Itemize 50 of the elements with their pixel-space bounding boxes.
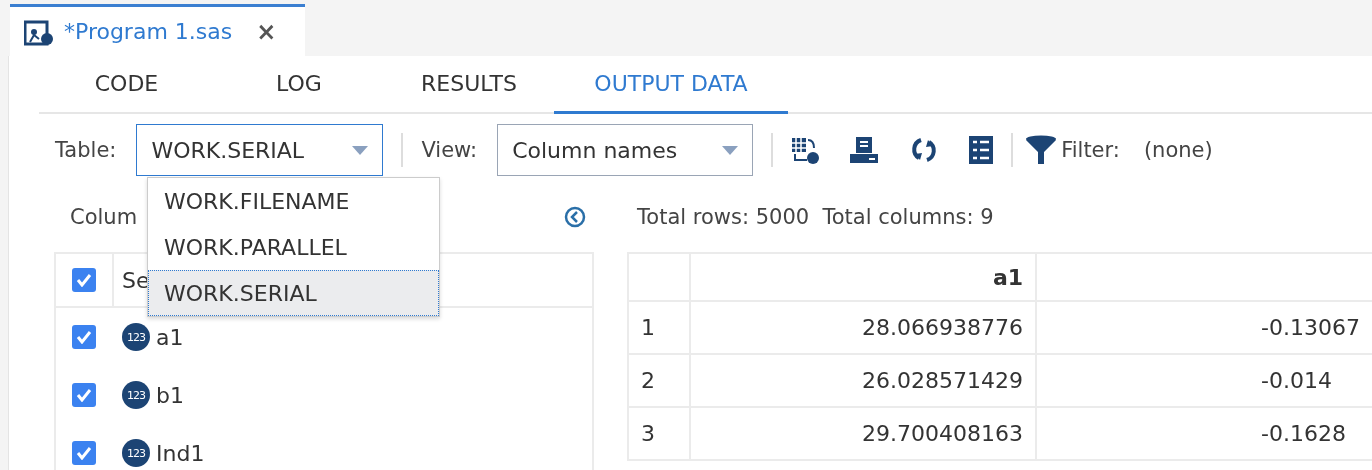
view-select[interactable]: Column names — [497, 124, 754, 176]
tab-title: *Program 1.sas — [64, 19, 233, 44]
row-number: 3 — [629, 408, 692, 459]
check-icon — [76, 330, 92, 344]
tab[interactable]: CODE — [39, 56, 214, 114]
table-cell: 28.066938776 — [691, 302, 1038, 353]
file-tab[interactable]: *Program 1.sas × — [10, 4, 305, 56]
column-header: Se — [122, 267, 150, 293]
table-summary: Total rows: 5000 Total columns: 9 — [636, 204, 995, 231]
filter-icon[interactable] — [1025, 135, 1058, 165]
tab[interactable]: LOG — [214, 56, 384, 114]
table-cell: 29.700408163 — [691, 408, 1038, 459]
caret-icon — [722, 145, 739, 155]
column-name[interactable]: Ind1 — [156, 440, 205, 466]
check-icon — [76, 446, 92, 460]
column-name[interactable]: a1 — [156, 324, 184, 350]
checkbox[interactable] — [72, 383, 96, 407]
table-cell-text: -0.13067 — [1260, 314, 1361, 342]
numeric-type-badge: 123 — [122, 439, 150, 467]
checkbox[interactable] — [72, 268, 96, 292]
tab[interactable]: RESULTS — [384, 56, 554, 114]
check-icon — [76, 388, 92, 402]
table-label: Table: — [55, 138, 117, 162]
table-cell: 26.028571429 — [691, 355, 1038, 406]
row-number: 1 — [629, 302, 692, 353]
list-icon[interactable] — [969, 136, 994, 164]
checkbox[interactable] — [72, 325, 96, 349]
panel-title: Colum — [70, 205, 138, 229]
column-name[interactable]: b1 — [156, 382, 184, 408]
table-cell-text: -0.014 — [1260, 367, 1333, 395]
menu-option[interactable]: WORK.PARALLEL — [148, 224, 439, 270]
caret-icon — [352, 145, 369, 155]
row-number: 2 — [629, 355, 692, 406]
column-header: a1 — [691, 254, 1038, 300]
tab[interactable]: OUTPUT DATA — [554, 56, 788, 114]
numeric-type-badge: 123 — [122, 323, 150, 351]
numeric-type-badge: 123 — [122, 381, 150, 409]
checkbox[interactable] — [72, 441, 96, 465]
table-icon[interactable] — [791, 136, 820, 164]
table-cell-text: -0.1628 — [1260, 420, 1347, 448]
menu-option[interactable]: WORK.FILENAME — [148, 178, 439, 224]
collapse-icon[interactable] — [564, 206, 587, 228]
close-button[interactable]: × — [256, 17, 277, 46]
filter-value: (none) — [1143, 138, 1213, 162]
check-icon — [76, 273, 92, 287]
menu-option[interactable]: WORK.SERIAL — [148, 270, 439, 316]
printer-icon[interactable] — [849, 136, 880, 164]
view-label: View: — [421, 138, 478, 162]
table-select[interactable]: WORK.SERIAL — [136, 124, 384, 176]
filter-label: Filter: — [1061, 138, 1120, 162]
